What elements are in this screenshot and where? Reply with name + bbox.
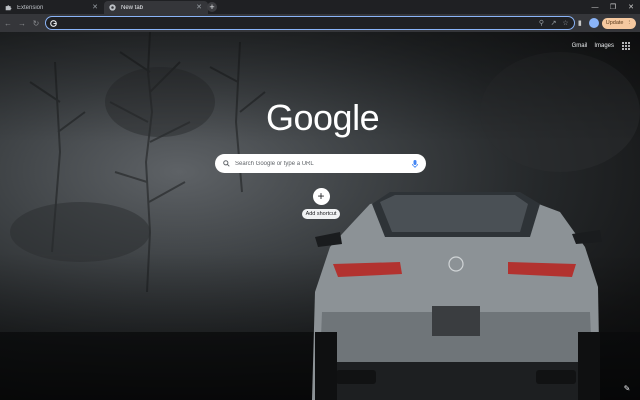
chrome-icon [109, 4, 116, 11]
gmail-link[interactable]: Gmail [572, 43, 588, 49]
puzzle-icon [5, 5, 12, 11]
update-button[interactable]: Update ⋮ [601, 17, 636, 29]
tab-extension[interactable]: Extension ✕ [0, 1, 104, 14]
close-icon[interactable]: ✕ [195, 4, 203, 12]
images-link[interactable]: Images [594, 43, 614, 49]
google-logo: Google [266, 97, 380, 138]
tab-strip: Extension ✕ New tab ✕ + — ❐ ✕ [0, 0, 640, 14]
search-box[interactable] [215, 154, 426, 173]
microphone-icon[interactable] [412, 159, 418, 168]
back-button[interactable]: ← [2, 17, 14, 29]
side-panel-icon[interactable]: ▮ [574, 17, 586, 29]
top-links: Gmail Images [565, 42, 630, 50]
profile-avatar[interactable] [588, 18, 599, 28]
tab-title: New tab [121, 4, 144, 11]
bookmark-star-icon[interactable]: ☆ [561, 19, 570, 28]
search-input[interactable] [235, 160, 412, 167]
update-label: Update [605, 20, 624, 26]
browser-toolbar: ← → ↻ ⚲ ↗ ☆ ▮ Update ⋮ [0, 14, 640, 32]
close-window-button[interactable]: ✕ [622, 0, 640, 14]
pencil-icon[interactable]: ✎ [622, 384, 632, 394]
tab-new-tab[interactable]: New tab ✕ [104, 1, 208, 14]
plus-icon[interactable]: + [312, 188, 330, 205]
share-icon[interactable]: ↗ [549, 19, 558, 28]
window-controls: — ❐ ✕ [586, 0, 640, 14]
maximize-button[interactable]: ❐ [604, 0, 622, 14]
more-icon: ⋮ [626, 20, 633, 26]
minimize-button[interactable]: — [586, 0, 604, 14]
zoom-icon[interactable]: ⚲ [537, 19, 546, 28]
close-icon[interactable]: ✕ [91, 4, 99, 12]
reload-button[interactable]: ↻ [30, 17, 42, 29]
tab-title: Extension [17, 4, 44, 11]
apps-grid-icon[interactable] [622, 42, 630, 50]
search-icon [223, 160, 230, 167]
browser-window: Extension ✕ New tab ✕ + — ❐ ✕ ← → ↻ ⚲ ↗ … [0, 0, 640, 400]
new-tab-button[interactable]: + [207, 2, 217, 12]
shortcut-label: Add shortcut [301, 209, 341, 219]
address-bar[interactable]: ⚲ ↗ ☆ [45, 16, 575, 30]
new-tab-page: Gmail Images Google + Add shortcut ✎ [0, 32, 640, 400]
address-input[interactable] [61, 20, 534, 26]
add-shortcut-tile[interactable]: + Add shortcut [301, 188, 341, 228]
forward-button[interactable]: → [16, 17, 28, 29]
toolbar-right: ▮ Update ⋮ [572, 17, 636, 29]
google-g-icon [50, 19, 57, 27]
